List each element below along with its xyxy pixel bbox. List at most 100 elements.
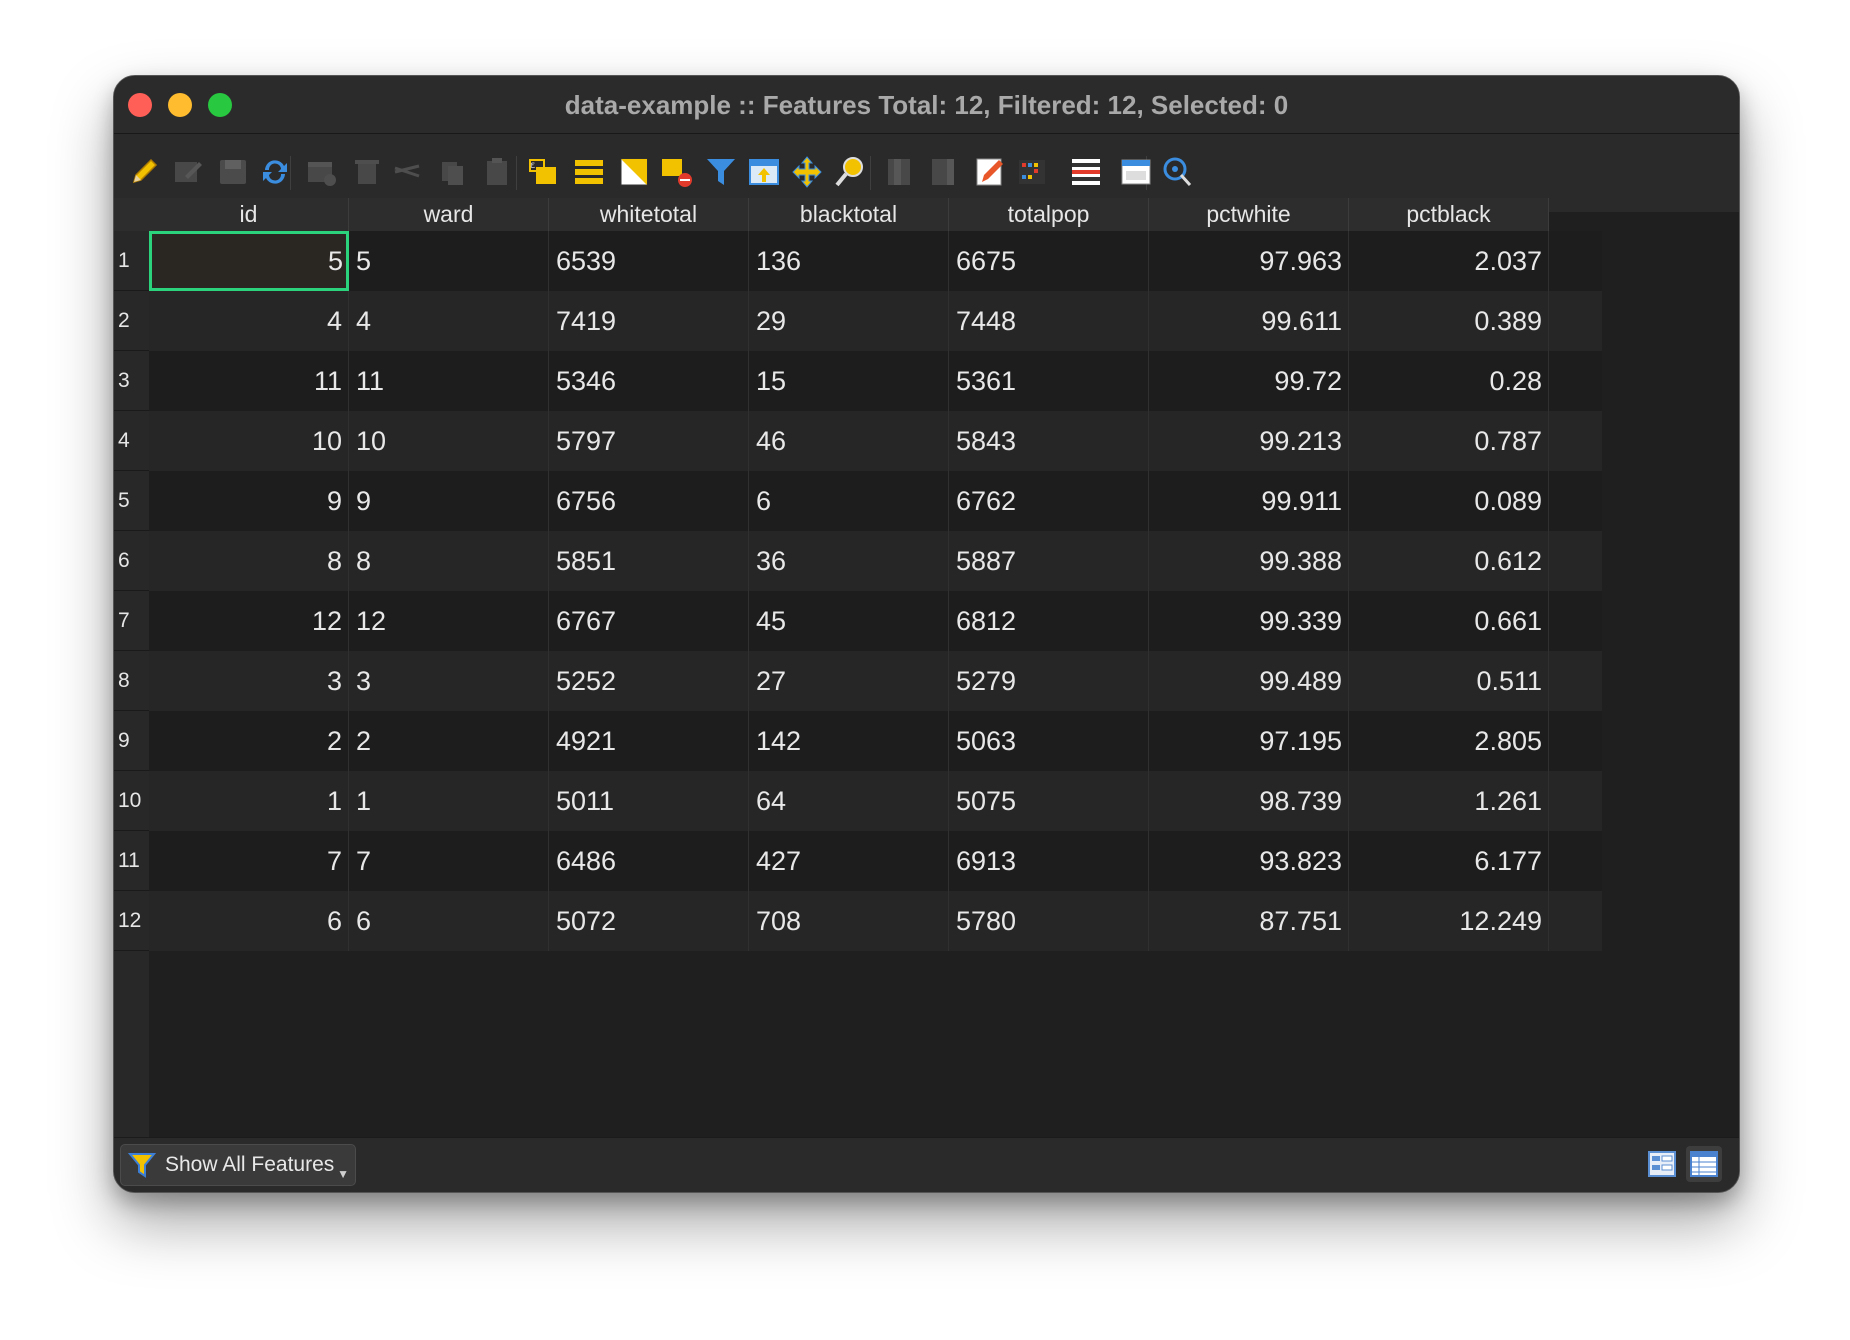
table-cell-pctwhite[interactable]: 99.489 (1149, 651, 1349, 711)
table-cell-ward[interactable]: 9 (349, 471, 549, 531)
table-row[interactable]: 5 5 6539 136 6675 97.963 2.037 (149, 231, 1602, 291)
table-cell-pctblack[interactable]: 0.28 (1349, 351, 1549, 411)
table-row[interactable]: 11 11 5346 15 5361 99.72 0.28 (149, 351, 1602, 411)
table-cell-id[interactable]: 3 (149, 651, 349, 711)
table-row[interactable]: 10 10 5797 46 5843 99.213 0.787 (149, 411, 1602, 471)
form-view-button[interactable] (1644, 1146, 1680, 1182)
pan-to-selection-button[interactable] (787, 152, 827, 192)
table-cell-pctwhite[interactable]: 87.751 (1149, 891, 1349, 951)
table-cell-whitetotal[interactable]: 5346 (549, 351, 749, 411)
row-header[interactable]: 5 (114, 471, 149, 531)
table-cell-blacktotal[interactable]: 27 (749, 651, 949, 711)
table-cell-pctblack[interactable]: 1.261 (1349, 771, 1549, 831)
show-all-features-dropdown[interactable]: Show All Features ▼ (120, 1144, 356, 1186)
table-cell-blacktotal[interactable]: 46 (749, 411, 949, 471)
table-cell-totalpop[interactable]: 5843 (949, 411, 1149, 471)
table-cell-whitetotal[interactable]: 5797 (549, 411, 749, 471)
table-cell-pctwhite[interactable]: 99.72 (1149, 351, 1349, 411)
table-cell-pctwhite[interactable]: 97.195 (1149, 711, 1349, 771)
row-header[interactable]: 12 (114, 891, 149, 951)
organize-columns-button[interactable] (1066, 152, 1106, 192)
table-cell-ward[interactable]: 5 (349, 231, 549, 291)
field-calculator-button[interactable] (970, 152, 1010, 192)
table-cell-totalpop[interactable]: 5075 (949, 771, 1149, 831)
table-cell-totalpop[interactable]: 6812 (949, 591, 1149, 651)
table-cell-pctblack[interactable]: 0.612 (1349, 531, 1549, 591)
table-cell-id[interactable]: 7 (149, 831, 349, 891)
table-cell-ward[interactable]: 6 (349, 891, 549, 951)
table-cell-id[interactable]: 6 (149, 891, 349, 951)
table-cell-pctblack[interactable]: 2.037 (1349, 231, 1549, 291)
row-header[interactable]: 1 (114, 231, 149, 291)
row-header[interactable]: 3 (114, 351, 149, 411)
table-cell-whitetotal[interactable]: 5851 (549, 531, 749, 591)
actions-button[interactable] (1157, 152, 1197, 192)
table-cell-id[interactable]: 11 (149, 351, 349, 411)
table-cell-pctblack[interactable]: 0.787 (1349, 411, 1549, 471)
table-cell-pctwhite[interactable]: 98.739 (1149, 771, 1349, 831)
table-cell-ward[interactable]: 1 (349, 771, 549, 831)
zoom-to-selection-button[interactable] (830, 152, 870, 192)
table-cell-totalpop[interactable]: 6675 (949, 231, 1149, 291)
column-header-totalpop[interactable]: totalpop (949, 198, 1149, 231)
table-cell-ward[interactable]: 3 (349, 651, 549, 711)
row-header[interactable]: 2 (114, 291, 149, 351)
table-cell-pctblack[interactable]: 0.661 (1349, 591, 1549, 651)
table-row[interactable]: 3 3 5252 27 5279 99.489 0.511 (149, 651, 1602, 711)
table-cell-pctwhite[interactable]: 99.388 (1149, 531, 1349, 591)
table-row[interactable]: 7 7 6486 427 6913 93.823 6.177 (149, 831, 1602, 891)
table-cell-id[interactable]: 8 (149, 531, 349, 591)
dock-table-button[interactable] (1116, 152, 1156, 192)
row-header[interactable]: 9 (114, 711, 149, 771)
select-all-button[interactable] (569, 152, 609, 192)
table-row[interactable]: 9 9 6756 6 6762 99.911 0.089 (149, 471, 1602, 531)
table-cell-totalpop[interactable]: 6762 (949, 471, 1149, 531)
table-cell-pctwhite[interactable]: 97.963 (1149, 231, 1349, 291)
column-header-whitetotal[interactable]: whitetotal (549, 198, 749, 231)
table-row[interactable]: 2 2 4921 142 5063 97.195 2.805 (149, 711, 1602, 771)
table-cell-blacktotal[interactable]: 15 (749, 351, 949, 411)
row-header[interactable]: 10 (114, 771, 149, 831)
column-header-id[interactable]: id (149, 198, 349, 231)
table-cell-pctwhite[interactable]: 93.823 (1149, 831, 1349, 891)
table-cell-ward[interactable]: 12 (349, 591, 549, 651)
table-cell-whitetotal[interactable]: 6767 (549, 591, 749, 651)
table-cell-pctblack[interactable]: 6.177 (1349, 831, 1549, 891)
table-cell-whitetotal[interactable]: 7419 (549, 291, 749, 351)
table-cell-ward[interactable]: 7 (349, 831, 549, 891)
table-cell-blacktotal[interactable]: 142 (749, 711, 949, 771)
table-cell-pctwhite[interactable]: 99.213 (1149, 411, 1349, 471)
table-row[interactable]: 1 1 5011 64 5075 98.739 1.261 (149, 771, 1602, 831)
table-cell-whitetotal[interactable]: 4921 (549, 711, 749, 771)
table-cell-totalpop[interactable]: 5780 (949, 891, 1149, 951)
conditional-formatting-button[interactable] (1012, 152, 1052, 192)
invert-selection-button[interactable] (614, 152, 654, 192)
table-row[interactable]: 8 8 5851 36 5887 99.388 0.612 (149, 531, 1602, 591)
table-cell-pctblack[interactable]: 0.089 (1349, 471, 1549, 531)
table-cell-pctblack[interactable]: 12.249 (1349, 891, 1549, 951)
table-corner[interactable] (114, 198, 149, 231)
table-cell-pctwhite[interactable]: 99.339 (1149, 591, 1349, 651)
table-cell-id[interactable]: 5 (149, 231, 349, 291)
row-header[interactable]: 6 (114, 531, 149, 591)
table-row[interactable]: 12 12 6767 45 6812 99.339 0.661 (149, 591, 1602, 651)
table-cell-totalpop[interactable]: 5887 (949, 531, 1149, 591)
table-cell-ward[interactable]: 2 (349, 711, 549, 771)
table-cell-ward[interactable]: 10 (349, 411, 549, 471)
table-cell-id[interactable]: 2 (149, 711, 349, 771)
table-cell-totalpop[interactable]: 5279 (949, 651, 1149, 711)
table-cell-totalpop[interactable]: 6913 (949, 831, 1149, 891)
table-cell-whitetotal[interactable]: 6756 (549, 471, 749, 531)
table-cell-pctwhite[interactable]: 99.611 (1149, 291, 1349, 351)
column-header-pctblack[interactable]: pctblack (1349, 198, 1549, 231)
table-row[interactable]: 4 4 7419 29 7448 99.611 0.389 (149, 291, 1602, 351)
deselect-all-button[interactable] (657, 152, 697, 192)
table-cell-ward[interactable]: 8 (349, 531, 549, 591)
row-header[interactable]: 4 (114, 411, 149, 471)
table-cell-id[interactable]: 10 (149, 411, 349, 471)
table-cell-blacktotal[interactable]: 29 (749, 291, 949, 351)
row-header[interactable]: 11 (114, 831, 149, 891)
table-cell-id[interactable]: 1 (149, 771, 349, 831)
table-cell-pctblack[interactable]: 2.805 (1349, 711, 1549, 771)
column-header-ward[interactable]: ward (349, 198, 549, 231)
